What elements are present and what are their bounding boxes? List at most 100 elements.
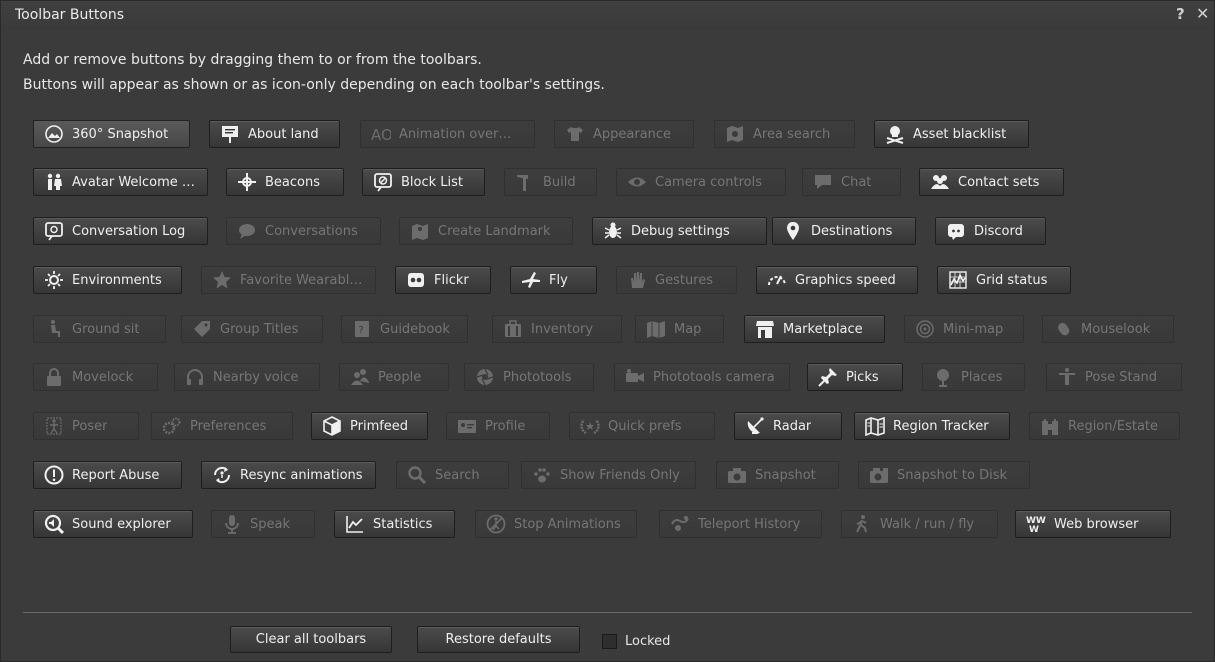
sun-icon (44, 270, 64, 290)
toolbar-button-marketplace[interactable]: Marketplace (744, 315, 885, 343)
toolbar-button-avatar-welcome[interactable]: Avatar Welcome … (33, 168, 208, 196)
region-tracker-icon (865, 416, 885, 436)
toolbar-button-label: Resync animations (240, 467, 363, 483)
title-bar[interactable]: Toolbar Buttons ? ✕ (1, 1, 1214, 29)
footer-separator (23, 612, 1192, 613)
toolbar-button-sound-explorer[interactable]: Sound explorer (33, 510, 193, 538)
toolbar-button-show-friends-only[interactable]: Show Friends Only (521, 461, 696, 489)
toolbar-button-label: Favorite Wearabl… (240, 272, 363, 288)
toolbar-button-grid-status[interactable]: Grid status (937, 266, 1071, 294)
toolbar-button-poser[interactable]: Poser (33, 412, 139, 440)
grid-status-icon (948, 270, 968, 290)
toolbar-button-label: Sound explorer (72, 516, 171, 532)
toolbar-button-movelock[interactable]: Movelock (33, 363, 158, 391)
toolbar-button-walk-run-fly[interactable]: Walk / run / fly (841, 510, 998, 538)
toolbar-button-preferences[interactable]: Preferences (151, 412, 293, 440)
toolbar-button-favorite-wearabl[interactable]: Favorite Wearabl… (201, 266, 376, 294)
toolbar-button-snapshot[interactable]: Snapshot (716, 461, 839, 489)
toolbar-button-camera-controls[interactable]: Camera controls (616, 168, 786, 196)
toolbar-button-label: Group Titles (220, 321, 299, 337)
toolbar-button-quick-prefs[interactable]: Quick prefs (569, 412, 715, 440)
toolbar-button-animation-over[interactable]: AO Animation over… (360, 120, 535, 148)
toolbar-button-label: Radar (773, 418, 812, 434)
toolbar-button-label: Primfeed (350, 418, 409, 434)
toolbar-button-destinations[interactable]: Destinations (772, 217, 916, 245)
exclamation-icon (44, 465, 64, 485)
toolbar-button-label: Snapshot (755, 467, 816, 483)
toolbar-button-label: Stop Animations (514, 516, 621, 532)
toolbar-button-guidebook[interactable]: ? Guidebook (341, 315, 468, 343)
close-icon[interactable]: ✕ (1196, 5, 1209, 23)
toolbar-button-gestures[interactable]: Gestures (616, 266, 737, 294)
toolbar-button-resync-animations[interactable]: Resync animations (201, 461, 376, 489)
toolbar-button-region-estate[interactable]: Region/Estate (1029, 412, 1180, 440)
toolbar-button-ground-sit[interactable]: Ground sit (33, 315, 166, 343)
toolbar-button-region-tracker[interactable]: Region Tracker (854, 412, 1010, 440)
toolbar-button-conversation-log[interactable]: Conversation Log (33, 217, 208, 245)
wreath-icon (580, 416, 600, 436)
toolbar-button-map[interactable]: Map (635, 315, 724, 343)
toolbar-button-primfeed[interactable]: Primfeed (311, 412, 428, 440)
toolbar-button-nearby-voice[interactable]: Nearby voice (174, 363, 320, 391)
toolbar-button-conversations[interactable]: Conversations (226, 217, 381, 245)
tag-icon (192, 319, 212, 339)
store-icon (755, 319, 775, 339)
toolbar-button-create-landmark[interactable]: Create Landmark (399, 217, 573, 245)
microphone-icon (222, 514, 242, 534)
guidebook-icon: ? (352, 319, 372, 339)
toolbar-button-360-snapshot[interactable]: 360° Snapshot (33, 120, 190, 148)
toolbar-button-profile[interactable]: Profile (446, 412, 550, 440)
instruction-line-2: Buttons will appear as shown or as icon-… (23, 77, 605, 93)
locked-checkbox[interactable] (602, 634, 617, 649)
toolbar-button-mouselook[interactable]: Mouselook (1042, 315, 1174, 343)
toolbar-button-snapshot-to-disk[interactable]: Snapshot to Disk (858, 461, 1030, 489)
toolbar-button-speak[interactable]: Speak (211, 510, 315, 538)
toolbar-button-debug-settings[interactable]: Debug settings (592, 217, 767, 245)
toolbar-button-radar[interactable]: Radar (734, 412, 842, 440)
toolbar-button-teleport-history[interactable]: Teleport History (659, 510, 822, 538)
toolbar-button-people[interactable]: People (339, 363, 449, 391)
toolbar-button-group-titles[interactable]: Group Titles (181, 315, 323, 343)
discord-icon (946, 221, 966, 241)
toolbar-button-appearance[interactable]: Appearance (554, 120, 694, 148)
toolbar-button-flickr[interactable]: Flickr (395, 266, 491, 294)
toolbar-button-block-list[interactable]: Block List (362, 168, 485, 196)
toolbar-button-label: Beacons (265, 174, 320, 190)
skull-icon (885, 124, 905, 144)
toolbar-button-chat[interactable]: Chat (802, 168, 901, 196)
help-icon[interactable]: ? (1176, 5, 1185, 23)
toolbar-button-area-search[interactable]: Area search (714, 120, 855, 148)
toolbar-button-beacons[interactable]: Beacons (226, 168, 344, 196)
toolbar-button-fly[interactable]: Fly (510, 266, 597, 294)
toolbar-button-picks[interactable]: Picks (807, 363, 903, 391)
toolbar-button-label: Appearance (593, 126, 672, 142)
toolbar-button-stop-animations[interactable]: Stop Animations (475, 510, 637, 538)
toolbar-button-about-land[interactable]: About land (209, 120, 340, 148)
clear-all-toolbars-button[interactable]: Clear all toolbars (230, 626, 392, 653)
toolbar-button-search[interactable]: Search (396, 461, 509, 489)
star-icon (212, 270, 232, 290)
toolbar-button-phototools[interactable]: Phototools (464, 363, 594, 391)
toolbar-button-label: Gestures (655, 272, 714, 288)
toolbar-button-inventory[interactable]: Inventory (492, 315, 622, 343)
toolbar-button-environments[interactable]: Environments (33, 266, 182, 294)
window-title: Toolbar Buttons (15, 7, 125, 23)
toolbar-button-contact-sets[interactable]: Contact sets (919, 168, 1064, 196)
toolbar-button-report-abuse[interactable]: Report Abuse (33, 461, 182, 489)
satellite-dish-icon (745, 416, 765, 436)
svg-text:AO: AO (371, 126, 391, 144)
toolbar-button-label: Build (543, 174, 576, 190)
toolbar-button-label: Mini-map (943, 321, 1004, 337)
toolbar-button-mini-map[interactable]: Mini-map (904, 315, 1024, 343)
restore-defaults-button[interactable]: Restore defaults (417, 626, 580, 653)
toolbar-button-pose-stand[interactable]: Pose Stand (1046, 363, 1182, 391)
toolbar-button-build[interactable]: Build (504, 168, 597, 196)
toolbar-button-statistics[interactable]: Statistics (334, 510, 455, 538)
toolbar-button-web-browser[interactable]: WW W Web browser (1015, 510, 1171, 538)
toolbar-button-graphics-speed[interactable]: Graphics speed (756, 266, 918, 294)
toolbar-button-asset-blacklist[interactable]: Asset blacklist (874, 120, 1029, 148)
toolbar-button-phototools-camera[interactable]: Phototools camera (614, 363, 790, 391)
panorama-icon (44, 124, 64, 144)
toolbar-button-discord[interactable]: Discord (935, 217, 1046, 245)
toolbar-button-places[interactable]: Places (922, 363, 1025, 391)
